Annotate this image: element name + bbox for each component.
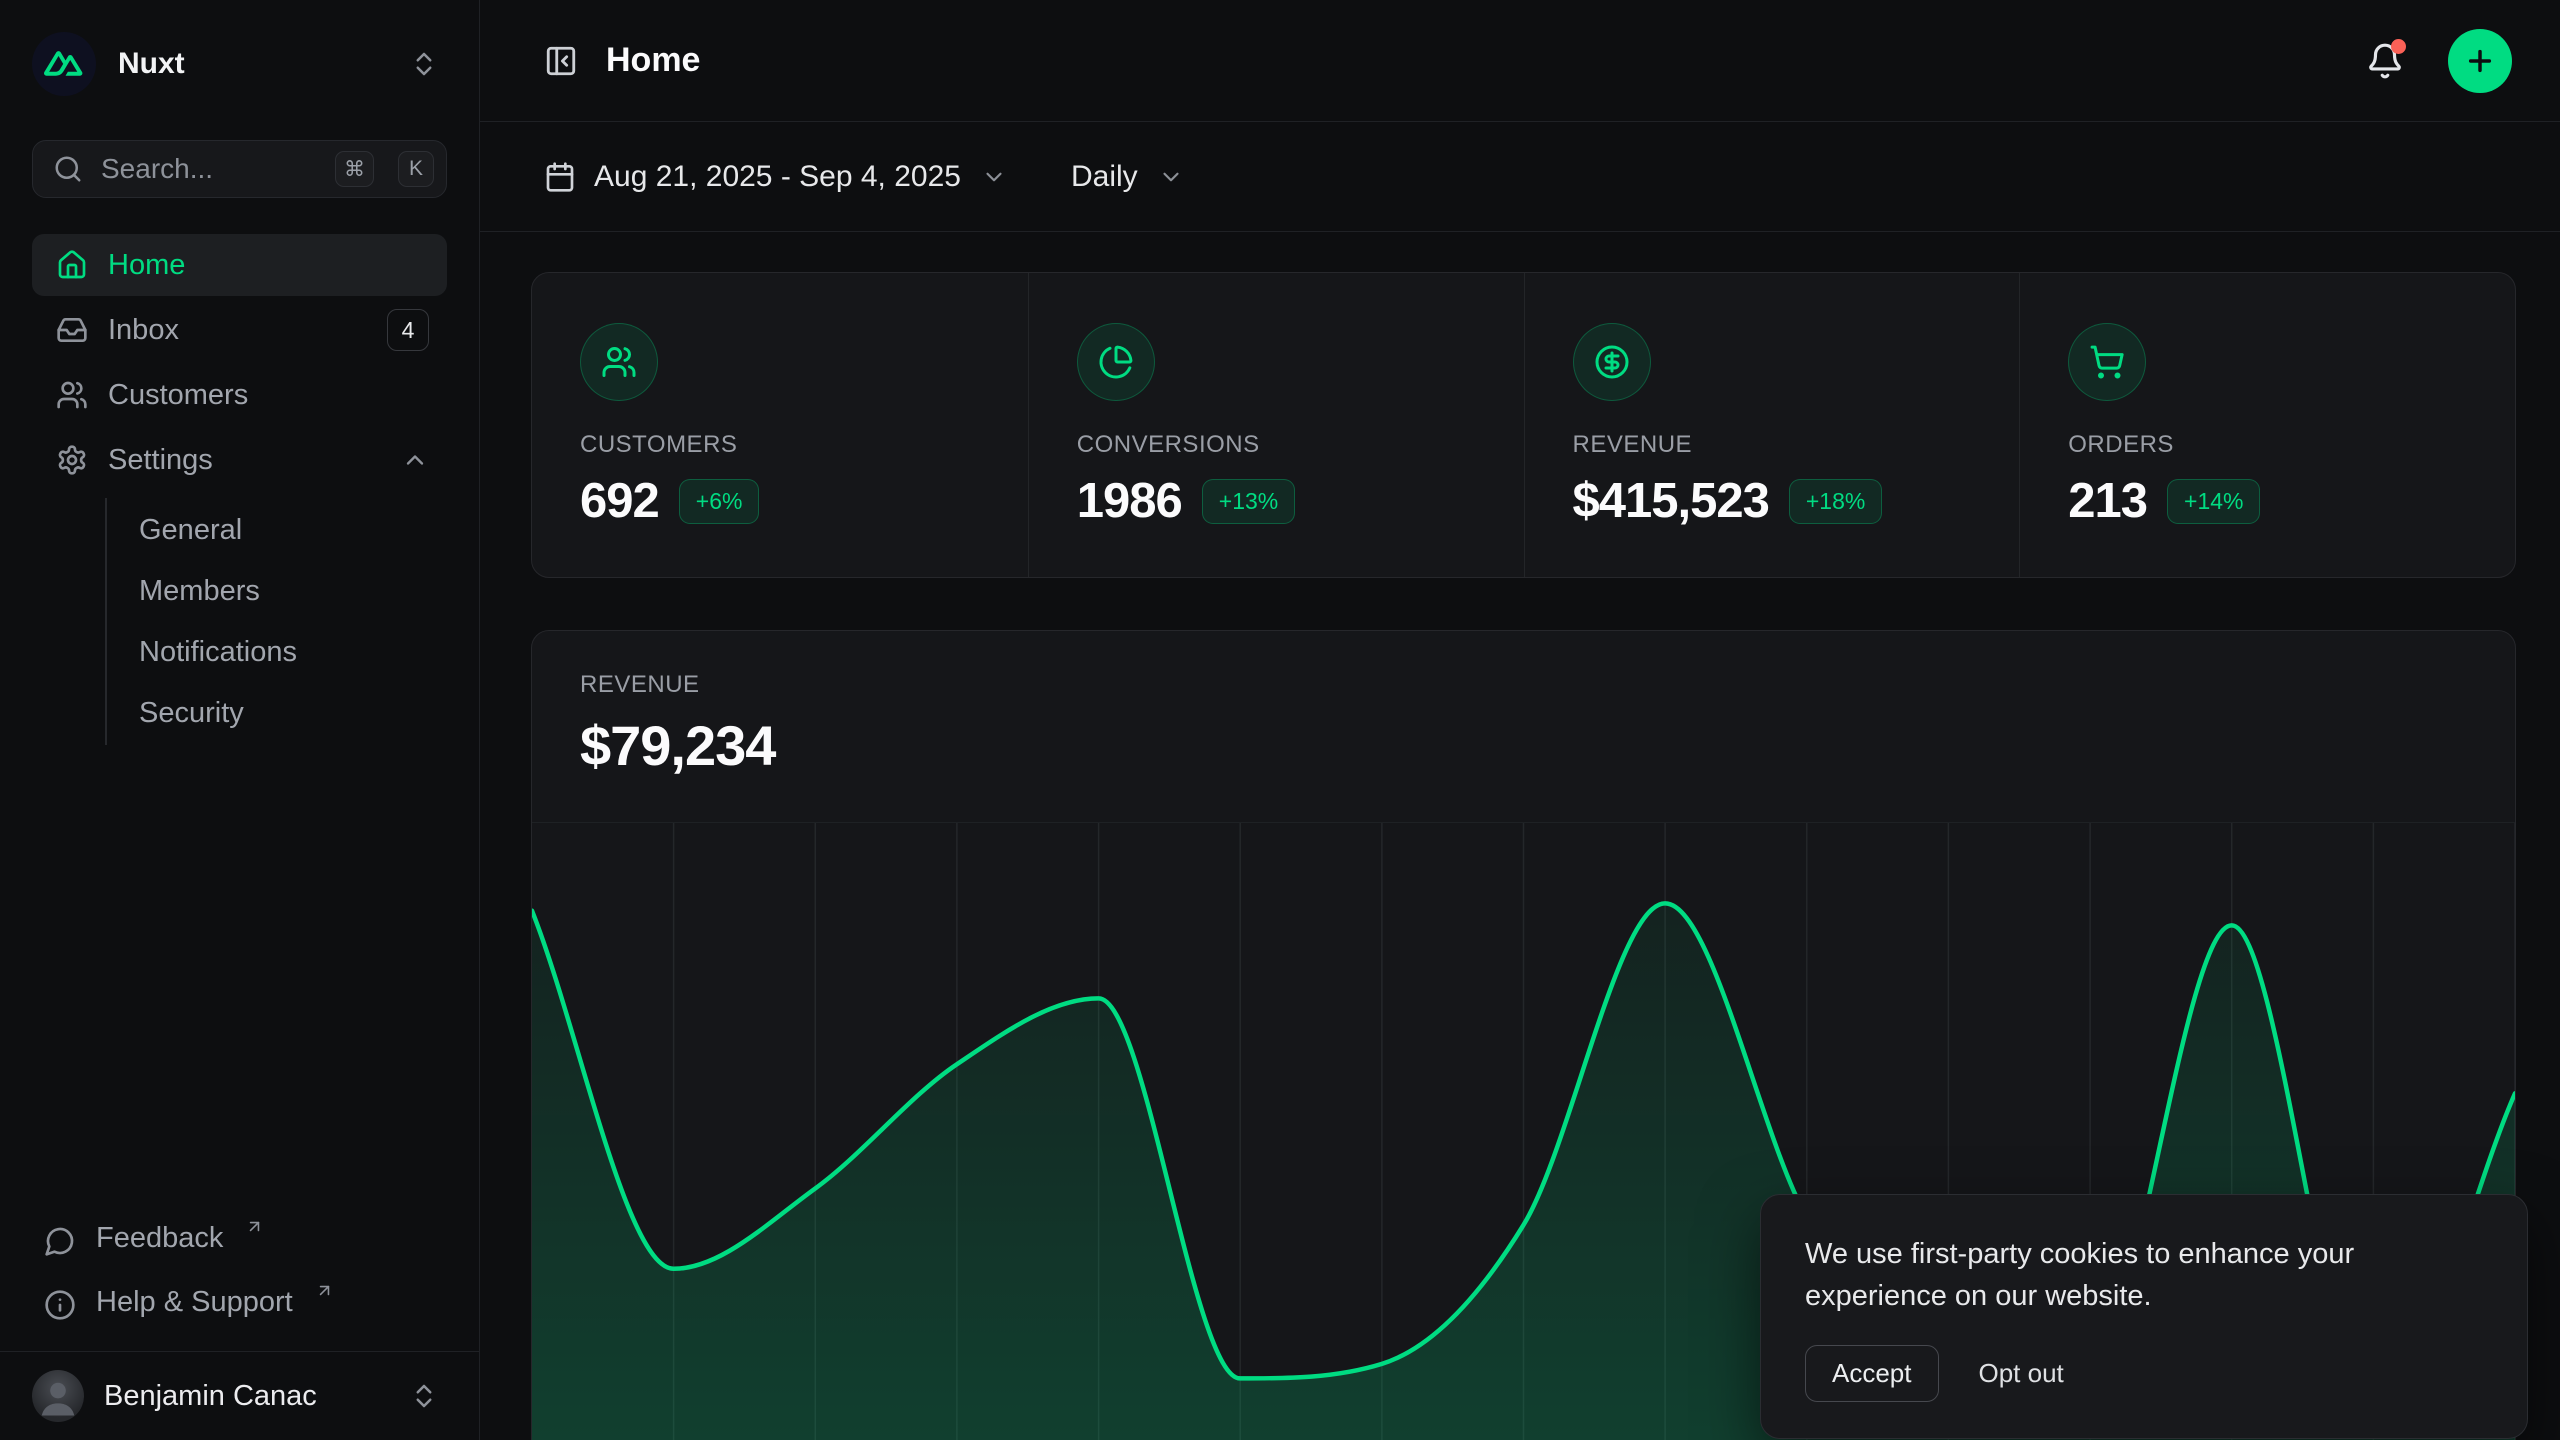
kbd-command: ⌘: [335, 151, 374, 187]
stat-orders[interactable]: ORDERS 213 +14%: [2019, 273, 2515, 577]
sidebar-item-home[interactable]: Home: [32, 234, 447, 296]
feedback-link[interactable]: Feedback: [32, 1211, 447, 1269]
plus-icon: [2464, 45, 2496, 77]
stat-label: ORDERS: [2068, 431, 2471, 459]
toolbar: Aug 21, 2025 - Sep 4, 2025 Daily: [480, 122, 2560, 232]
stats-card: CUSTOMERS 692 +6% CONVERSIONS 1986 +13%: [531, 272, 2516, 578]
topbar: Home: [480, 0, 2560, 122]
stat-value: $415,523: [1573, 473, 1769, 529]
settings-sub-list: General Members Notifications Security: [105, 498, 447, 745]
sidebar-item-security[interactable]: Security: [107, 685, 447, 741]
search-input[interactable]: Search... ⌘ K: [32, 140, 447, 198]
cookie-actions: Accept Opt out: [1805, 1345, 2483, 1402]
dollar-circle-icon: [1573, 323, 1651, 401]
date-range-label: Aug 21, 2025 - Sep 4, 2025: [594, 160, 961, 194]
sidebar: Nuxt Search... ⌘ K Home Inbox 4: [0, 0, 480, 1440]
external-link-icon: [245, 1217, 264, 1236]
stat-delta-badge: +14%: [2167, 479, 2260, 524]
cookie-banner: We use first-party cookies to enhance yo…: [1760, 1194, 2528, 1439]
cookie-message: We use first-party cookies to enhance yo…: [1805, 1233, 2425, 1317]
footer-link-label: Feedback: [96, 1223, 223, 1255]
notification-dot: [2391, 39, 2406, 54]
cookie-accept-button[interactable]: Accept: [1805, 1345, 1939, 1402]
sidebar-item-label: Settings: [108, 444, 381, 477]
stat-conversions[interactable]: CONVERSIONS 1986 +13%: [1028, 273, 1524, 577]
speech-bubble-icon: [44, 1225, 76, 1257]
stat-revenue[interactable]: REVENUE $415,523 +18%: [1524, 273, 2020, 577]
sidebar-item-label: Home: [108, 249, 429, 282]
sidebar-item-label: Customers: [108, 379, 429, 412]
shopping-cart-icon: [2068, 323, 2146, 401]
topbar-left: Home: [544, 41, 2366, 80]
stat-value: 1986: [1077, 473, 1182, 529]
workspace-name: Nuxt: [118, 47, 387, 81]
stat-value: 692: [580, 473, 659, 529]
sidebar-item-customers[interactable]: Customers: [32, 364, 447, 426]
stat-value: 213: [2068, 473, 2147, 529]
add-button[interactable]: [2448, 29, 2512, 93]
info-circle-icon: [44, 1289, 76, 1321]
sidebar-nav: Home Inbox 4 Customers Settings Ge: [32, 234, 447, 747]
chevron-up-icon: [401, 446, 429, 474]
avatar: [32, 1370, 84, 1422]
stat-delta-badge: +18%: [1789, 479, 1882, 524]
granularity-select[interactable]: Daily: [1071, 160, 1184, 194]
sidebar-item-general[interactable]: General: [107, 502, 447, 558]
kbd-k: K: [398, 151, 434, 187]
revenue-chart-value: $79,234: [580, 713, 2467, 778]
chevrons-up-down-icon: [409, 49, 439, 79]
gear-icon: [56, 444, 88, 476]
stat-delta-badge: +13%: [1202, 479, 1295, 524]
users-icon: [580, 323, 658, 401]
chevron-down-icon: [981, 164, 1007, 190]
sidebar-spacer: [0, 747, 479, 1211]
home-icon: [56, 249, 88, 281]
footer-link-label: Help & Support: [96, 1287, 293, 1319]
inbox-icon: [56, 314, 88, 346]
sidebar-item-label: Inbox: [108, 314, 367, 347]
stat-label: REVENUE: [1573, 431, 1976, 459]
sidebar-item-notifications[interactable]: Notifications: [107, 624, 447, 680]
inbox-count-badge: 4: [387, 309, 429, 351]
users-icon: [56, 379, 88, 411]
user-name: Benjamin Canac: [104, 1380, 389, 1413]
date-range-picker[interactable]: Aug 21, 2025 - Sep 4, 2025: [544, 160, 1007, 194]
stat-customers[interactable]: CUSTOMERS 692 +6%: [532, 273, 1028, 577]
collapse-sidebar-icon[interactable]: [544, 44, 578, 78]
granularity-label: Daily: [1071, 160, 1138, 194]
sidebar-item-members[interactable]: Members: [107, 563, 447, 619]
chevron-down-icon: [1158, 164, 1184, 190]
sidebar-footer: Feedback Help & Support: [32, 1211, 447, 1333]
chevrons-up-down-icon: [409, 1381, 439, 1411]
revenue-chart-header: REVENUE $79,234: [532, 631, 2515, 778]
search-icon: [53, 154, 83, 184]
revenue-chart-label: REVENUE: [580, 671, 2467, 699]
notifications-button[interactable]: [2366, 42, 2404, 80]
pie-chart-icon: [1077, 323, 1155, 401]
cookie-optout-button[interactable]: Opt out: [1979, 1358, 2064, 1389]
nuxt-logo-icon: [32, 32, 96, 96]
workspace-selector[interactable]: Nuxt: [32, 26, 447, 102]
sidebar-item-settings[interactable]: Settings: [32, 429, 447, 491]
help-support-link[interactable]: Help & Support: [32, 1275, 447, 1333]
search-placeholder: Search...: [101, 153, 317, 185]
topbar-right: [2366, 29, 2512, 93]
stat-label: CONVERSIONS: [1077, 431, 1480, 459]
external-link-icon: [315, 1281, 334, 1300]
stat-delta-badge: +6%: [679, 479, 760, 524]
user-menu[interactable]: Benjamin Canac: [0, 1351, 479, 1440]
sidebar-item-inbox[interactable]: Inbox 4: [32, 299, 447, 361]
calendar-icon: [544, 161, 576, 193]
stat-label: CUSTOMERS: [580, 431, 984, 459]
page-title: Home: [606, 41, 700, 80]
